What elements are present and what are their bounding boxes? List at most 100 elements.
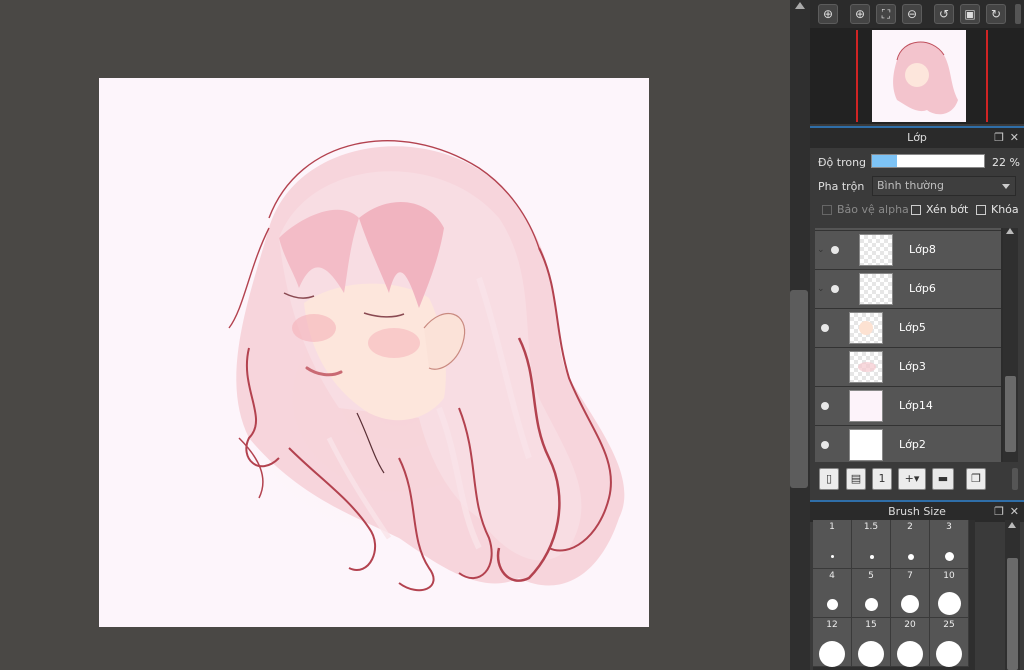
brush-size-3[interactable]: 3	[930, 520, 969, 569]
brush-size-7[interactable]: 7	[891, 569, 930, 618]
brush-dot-icon	[908, 554, 914, 560]
toolbar-scroll[interactable]	[1015, 4, 1021, 24]
brush-dot-icon	[901, 595, 919, 613]
protect-alpha-checkbox[interactable]	[822, 205, 832, 215]
fit-icon[interactable]: ⛶	[876, 4, 896, 24]
drawing-canvas[interactable]	[99, 78, 649, 627]
brush-scrollbar[interactable]	[1005, 520, 1020, 670]
scroll-thumb[interactable]	[1005, 376, 1016, 452]
brush-size-4[interactable]: 4	[813, 569, 852, 618]
brush-size-25[interactable]: 25	[930, 618, 969, 667]
layer-name: Lớp5	[899, 321, 926, 334]
brush-size-grid: 1 1.5 2 3 4 5 7 10 12 15 20 25	[813, 520, 975, 670]
zoom-in-icon[interactable]: ⊕	[850, 4, 870, 24]
brush-dot-icon	[858, 641, 884, 667]
brush-size-20[interactable]: 20	[891, 618, 930, 667]
blend-mode-select[interactable]: Bình thường	[872, 176, 1016, 196]
blend-mode-value: Bình thường	[877, 179, 944, 192]
brush-size-1.5[interactable]: 1.5	[852, 520, 891, 569]
brush-dot-icon	[827, 599, 838, 610]
eye-icon[interactable]	[821, 324, 829, 332]
zoom-out-icon[interactable]: ⊖	[902, 4, 922, 24]
brush-dot-icon	[897, 641, 923, 667]
brush-dot-icon	[819, 641, 845, 667]
lock-label: Khóa	[991, 203, 1019, 216]
protect-alpha-label: Bảo vệ alpha	[837, 203, 909, 216]
canvas-area[interactable]	[0, 0, 790, 670]
layer-thumbnail	[849, 351, 883, 383]
opacity-value: 22 %	[992, 156, 1020, 169]
layer-name: Lớp14	[899, 399, 933, 412]
fullscreen-icon[interactable]: ▣	[960, 4, 980, 24]
duplicate-layer-icon[interactable]: ❐	[966, 468, 986, 490]
layer-row-lop8[interactable]: ⌄ Lớp8	[815, 231, 1001, 270]
artwork-illustration	[228, 140, 625, 592]
undock-icon[interactable]: ❐	[994, 128, 1004, 148]
layer-list-scrollbar[interactable]	[1003, 228, 1018, 462]
layer-name: Lớp8	[909, 243, 936, 256]
opacity-slider[interactable]	[871, 154, 985, 168]
new-raster-layer-icon[interactable]: ▤	[846, 468, 866, 490]
folder-icon[interactable]: ▬	[932, 468, 954, 490]
layer-thumbnail	[849, 429, 883, 461]
add-layer-dropdown-icon[interactable]: +▾	[898, 468, 926, 490]
brush-size-1[interactable]: 1	[813, 520, 852, 569]
lock-checkbox[interactable]	[976, 205, 986, 215]
layer-row-lop14[interactable]: Lớp14	[815, 387, 1001, 426]
close-icon[interactable]: ✕	[1010, 128, 1019, 148]
brush-dot-icon	[945, 552, 954, 561]
layer-thumbnail	[849, 390, 883, 422]
rotate-left-icon[interactable]: ↺	[934, 4, 954, 24]
brush-dot-icon	[870, 555, 874, 559]
brush-size-5[interactable]: 5	[852, 569, 891, 618]
brush-size-12[interactable]: 12	[813, 618, 852, 667]
brush-panel-header: Brush Size ❐ ✕	[810, 500, 1024, 522]
zoom-in-icon[interactable]: ⊕	[818, 4, 838, 24]
opacity-label: Độ trong	[818, 156, 867, 169]
layer-panel-title: Lớp	[907, 131, 927, 144]
close-icon[interactable]: ✕	[1010, 502, 1019, 522]
brush-size-15[interactable]: 15	[852, 618, 891, 667]
opacity-slider-fill	[872, 155, 897, 167]
scroll-thumb[interactable]	[1007, 558, 1018, 670]
layer-toolbar: ▯ ▤ 1 +▾ ▬ ❐	[810, 462, 1024, 496]
brush-dot-icon	[831, 555, 834, 558]
rotate-right-icon[interactable]: ↻	[986, 4, 1006, 24]
new-layer-icon[interactable]: ▯	[819, 468, 839, 490]
canvas-vertical-scrollbar[interactable]	[790, 0, 810, 670]
layer-row-lop5[interactable]: Lớp5	[815, 309, 1001, 348]
clipping-checkbox[interactable]	[911, 205, 921, 215]
navigator-viewport-right	[986, 30, 988, 122]
layer-name: Lớp2	[899, 438, 926, 451]
folder-indent-icon: ⌄	[817, 284, 825, 294]
eye-icon[interactable]	[831, 285, 839, 293]
layer-row-lop2[interactable]: Lớp2	[815, 426, 1001, 462]
layer-row-lop6[interactable]: ⌄ Lớp6	[815, 270, 1001, 309]
navigator-toolbar: ⊕ ⊕ ⛶ ⊖ ↺ ▣ ↻	[810, 0, 1024, 28]
layer-properties: Độ trong 22 % Pha trộn Bình thường Bảo v…	[810, 148, 1024, 228]
brush-dot-icon	[936, 641, 962, 667]
brush-size-10[interactable]: 10	[930, 569, 969, 618]
layer-thumbnail	[859, 273, 893, 305]
scroll-thumb[interactable]	[790, 290, 808, 488]
navigator-preview[interactable]	[810, 28, 1024, 124]
toolbar-scroll[interactable]	[1012, 468, 1018, 490]
layer-thumbnail	[859, 234, 893, 266]
undock-icon[interactable]: ❐	[994, 502, 1004, 522]
new-1bit-layer-icon[interactable]: 1	[872, 468, 892, 490]
eye-icon[interactable]	[831, 246, 839, 254]
layer-row-lop3[interactable]: Lớp3	[815, 348, 1001, 387]
scroll-up-arrow-icon[interactable]	[1008, 522, 1016, 528]
layer-list[interactable]: ⌄ Lớp8 ⌄ Lớp6 Lớp5 Lớp3 Lớp14 Lớp2	[815, 228, 1003, 462]
blend-label: Pha trộn	[818, 180, 865, 193]
eye-icon[interactable]	[821, 441, 829, 449]
layer-panel-header: Lớp ❐ ✕	[810, 126, 1024, 148]
eye-icon[interactable]	[821, 402, 829, 410]
scroll-up-arrow-icon[interactable]	[795, 2, 805, 9]
chevron-down-icon	[1002, 184, 1010, 189]
clipping-label: Xén bớt	[926, 203, 969, 216]
side-panels: ⊕ ⊕ ⛶ ⊖ ↺ ▣ ↻ Lớp ❐ ✕ Độ trong 22 % Pha …	[810, 0, 1024, 670]
scroll-up-arrow-icon[interactable]	[1006, 228, 1014, 234]
brush-size-2[interactable]: 2	[891, 520, 930, 569]
layer-thumbnail	[849, 312, 883, 344]
